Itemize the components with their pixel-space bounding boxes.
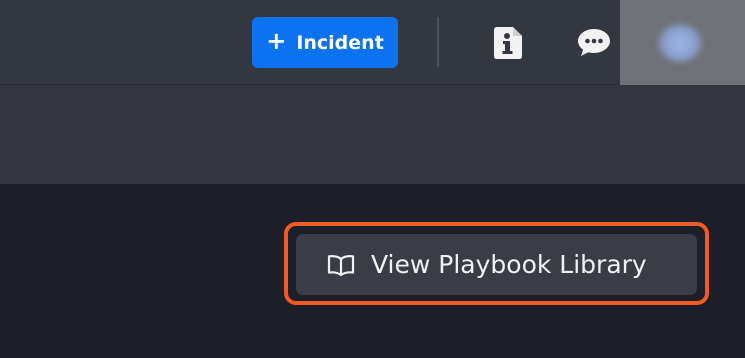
view-playbook-library-label: View Playbook Library bbox=[371, 250, 647, 279]
top-navigation-bar: + Incident bbox=[0, 0, 745, 85]
chat-bubble-icon[interactable] bbox=[576, 27, 612, 57]
toolbar-divider bbox=[437, 17, 439, 67]
new-incident-button[interactable]: + Incident bbox=[252, 17, 398, 68]
user-avatar[interactable] bbox=[658, 24, 702, 62]
page-header-bar bbox=[0, 85, 745, 184]
view-playbook-library-button[interactable]: View Playbook Library bbox=[296, 234, 697, 295]
open-book-icon bbox=[327, 254, 355, 276]
info-document-icon[interactable] bbox=[494, 27, 522, 59]
new-incident-label: Incident bbox=[296, 31, 384, 54]
plus-icon: + bbox=[266, 27, 287, 55]
